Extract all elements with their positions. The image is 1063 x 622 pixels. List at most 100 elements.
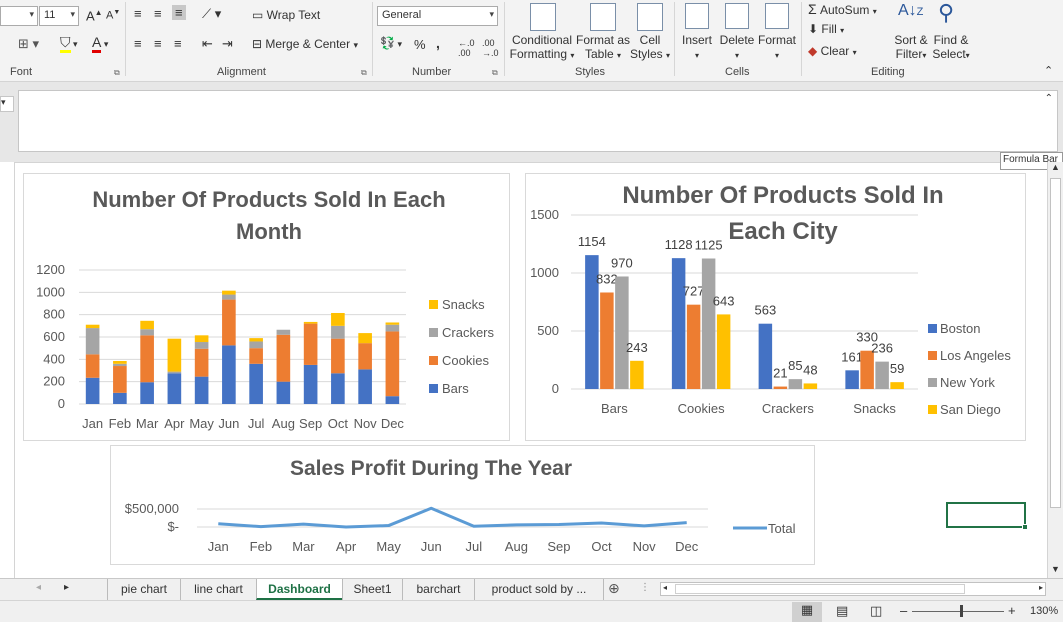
- zoom-slider-track[interactable]: [912, 611, 1004, 612]
- bar: [845, 370, 859, 389]
- page-break-icon[interactable]: ◫: [870, 603, 882, 619]
- wrap-text-button[interactable]: ▭ Wrap Text: [252, 8, 320, 22]
- bar-segment: [385, 331, 400, 397]
- orientation-icon[interactable]: ⟋ ▾: [202, 6, 221, 22]
- decrease-font-icon[interactable]: A▼: [106, 9, 120, 22]
- selected-cell[interactable]: [946, 502, 1026, 528]
- sales-line-chart[interactable]: Sales Profit During The Year $500,000 $- Ja…: [110, 445, 815, 565]
- merge-center-button[interactable]: ⊟ Merge & Center ▾: [252, 37, 358, 51]
- dialog-launcher-icon[interactable]: ⧉: [492, 68, 498, 78]
- data-label: 1128: [665, 237, 693, 252]
- x-tick-label: Aug: [272, 416, 295, 431]
- sort-filter-button[interactable]: Sort & Filter▾: [890, 33, 932, 63]
- data-label: 970: [611, 255, 633, 270]
- find-select-button[interactable]: Find & Select▾: [930, 33, 972, 63]
- x-tick-label: Jan: [82, 416, 103, 431]
- increase-decimal-icon[interactable]: ←.0.00: [458, 38, 475, 58]
- x-tick-label: Feb: [250, 539, 272, 554]
- tab-barchart[interactable]: barchart: [402, 579, 474, 600]
- zoom-slider-thumb[interactable]: [960, 605, 963, 617]
- cell-styles-button[interactable]: Cell Styles ▾: [628, 33, 672, 63]
- autosum-button[interactable]: Σ AutoSum ▾: [808, 1, 877, 17]
- scroll-left-icon[interactable]: ◂: [663, 583, 667, 592]
- bar: [890, 382, 904, 389]
- bar-segment: [276, 329, 291, 335]
- borders-icon[interactable]: ⊞ ▾: [18, 36, 39, 52]
- insert-cells-button[interactable]: Insert ▾: [678, 33, 716, 63]
- format-cells-button[interactable]: Format ▾: [756, 33, 798, 63]
- align-bottom-icon[interactable]: ≡: [172, 5, 186, 20]
- align-top-icon[interactable]: ≡: [134, 6, 142, 21]
- formula-bar-input[interactable]: ⌃: [18, 90, 1058, 152]
- tab-product-sold-by[interactable]: product sold by ...: [474, 579, 604, 600]
- decrease-decimal-icon[interactable]: .00 →.0: [482, 38, 499, 58]
- selection-handle[interactable]: [1022, 524, 1028, 530]
- city-bar-chart[interactable]: 0 500 1000 1500 1154 832 970 243 Bars 1128 727 1125…: [525, 173, 1026, 441]
- bar-segment: [331, 338, 345, 374]
- conditional-formatting-button[interactable]: Conditional Formatting ▾: [508, 33, 576, 63]
- vertical-scrollbar[interactable]: ▲ ▼: [1047, 162, 1063, 578]
- scroll-right-icon[interactable]: ▸: [1039, 583, 1043, 592]
- horizontal-scrollbar[interactable]: ◂ ▸: [660, 582, 1046, 596]
- format-as-table-button[interactable]: Format as Table ▾: [576, 33, 630, 63]
- conditional-formatting-icon: [530, 3, 556, 31]
- align-left-icon[interactable]: ≡: [134, 36, 142, 51]
- insert-cells-icon: [685, 3, 709, 29]
- bar-segment: [358, 369, 372, 404]
- page-layout-icon[interactable]: ▤: [836, 603, 848, 619]
- tab-sheet1[interactable]: Sheet1: [342, 579, 402, 600]
- currency-icon[interactable]: 💱 ▾: [380, 36, 402, 50]
- increase-font-icon[interactable]: A▲: [86, 8, 103, 23]
- normal-view-icon[interactable]: ▦: [792, 602, 822, 622]
- fill-color-icon[interactable]: ⛉ ▾: [60, 34, 78, 53]
- add-sheet-icon[interactable]: ⊕: [608, 580, 620, 597]
- tab-pie-chart[interactable]: pie chart: [107, 579, 180, 600]
- zoom-out-button[interactable]: –: [900, 603, 907, 618]
- horizontal-scroll-thumb[interactable]: [675, 584, 965, 594]
- y-tick-label: 1200: [36, 262, 65, 277]
- dialog-launcher-icon[interactable]: ⧉: [361, 68, 367, 78]
- vertical-scroll-thumb[interactable]: [1050, 178, 1061, 508]
- legend-label: Total: [768, 521, 796, 536]
- align-right-icon[interactable]: ≡: [174, 36, 182, 51]
- align-center-icon[interactable]: ≡: [154, 36, 162, 51]
- decrease-indent-icon[interactable]: ⇤: [202, 36, 213, 52]
- delete-cells-button[interactable]: Delete ▾: [718, 33, 756, 63]
- worksheet-grid[interactable]: Number Of Products Sold In Each Month 0 200…: [14, 162, 1047, 578]
- y-tick-label: 500: [537, 323, 559, 338]
- font-color-icon[interactable]: A ▾: [92, 34, 108, 53]
- x-tick-label: Mar: [292, 539, 315, 554]
- monthly-stacked-chart[interactable]: Number Of Products Sold In Each Month 0 200…: [23, 173, 510, 441]
- bar-segment: [249, 338, 263, 342]
- clear-button[interactable]: ◆ Clear ▾: [808, 44, 857, 58]
- increase-indent-icon[interactable]: ⇥: [222, 36, 233, 52]
- scroll-down-icon[interactable]: ▼: [1051, 564, 1060, 574]
- tab-line-chart[interactable]: line chart: [180, 579, 256, 600]
- zoom-level[interactable]: 130%: [1030, 605, 1058, 617]
- font-size-dropdown[interactable]: 11 ▾: [39, 6, 79, 26]
- tab-dashboard[interactable]: Dashboard: [256, 579, 342, 600]
- font-name-dropdown[interactable]: ▾: [0, 6, 38, 26]
- chart-title-line2: Month: [236, 219, 302, 244]
- font-group-label: Font: [10, 66, 33, 78]
- legend-label: Boston: [940, 321, 980, 336]
- chevron-down-icon: ▾: [489, 9, 494, 19]
- tab-splitter-icon[interactable]: ⋮: [640, 582, 650, 593]
- wrap-text-label: Wrap Text: [266, 8, 321, 22]
- percent-button[interactable]: %: [414, 37, 426, 52]
- fill-button[interactable]: ⬇ Fill ▾: [808, 22, 844, 36]
- collapse-ribbon-icon[interactable]: ⌃: [1044, 64, 1053, 77]
- cell-styles-icon: [637, 3, 663, 31]
- number-format-dropdown[interactable]: General ▾: [377, 6, 498, 26]
- namebox-edge[interactable]: ▾: [0, 96, 14, 112]
- bar: [788, 379, 803, 389]
- tab-scroll-left-icon[interactable]: ◂: [36, 582, 41, 593]
- collapse-formula-bar-icon[interactable]: ⌃: [1045, 93, 1053, 104]
- align-middle-icon[interactable]: ≡: [154, 6, 162, 21]
- scroll-up-icon[interactable]: ▲: [1051, 162, 1060, 172]
- zoom-in-button[interactable]: +: [1008, 603, 1016, 618]
- comma-button[interactable]: ,: [436, 35, 440, 51]
- group-divider: [674, 2, 675, 76]
- tab-scroll-right-icon[interactable]: ▸: [64, 582, 69, 593]
- dialog-launcher-icon[interactable]: ⧉: [114, 68, 120, 78]
